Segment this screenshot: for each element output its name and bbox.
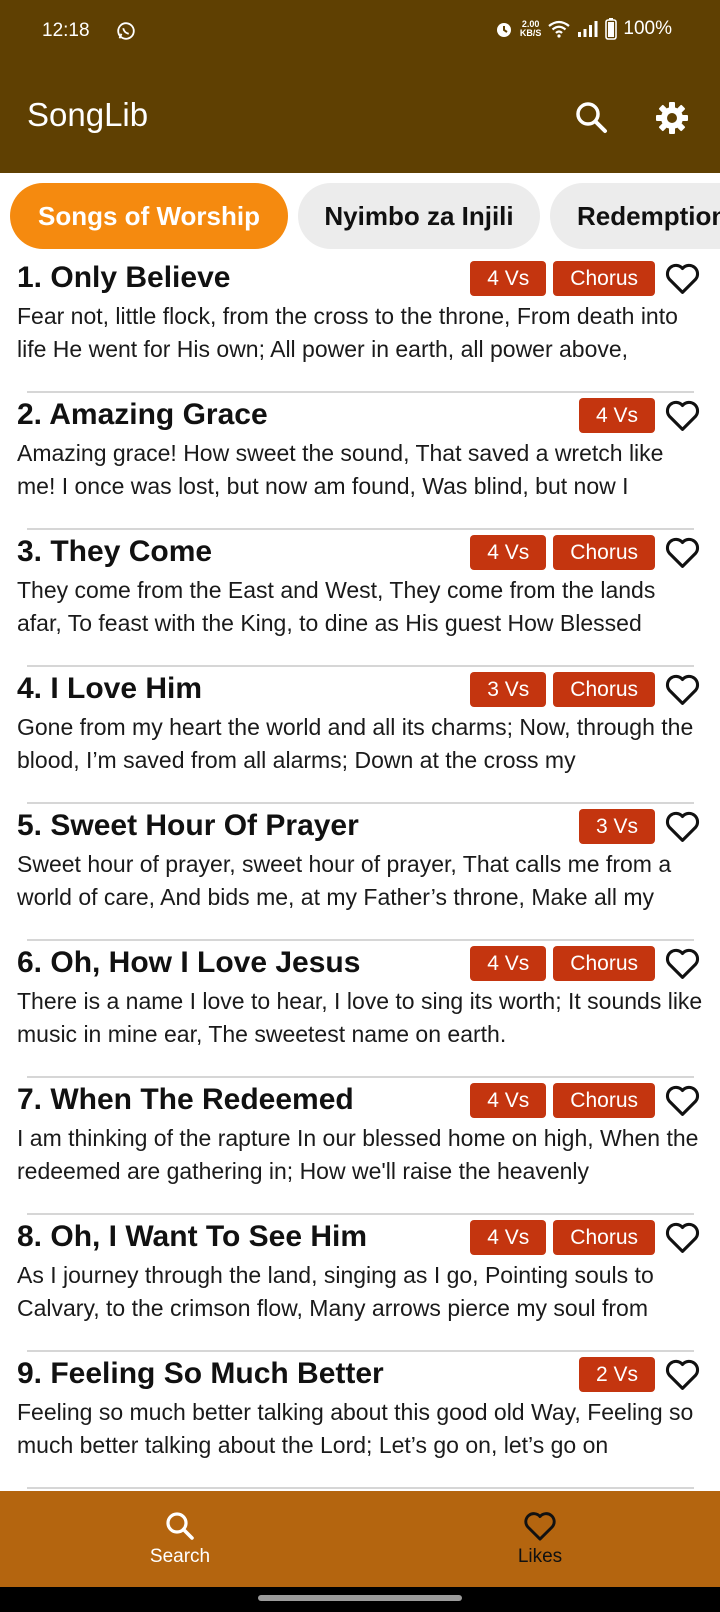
signal-icon: [578, 21, 598, 37]
song-title: 3. They Come: [17, 535, 213, 568]
song-list-item[interactable]: 2. Amazing Grace 4 Vs Amazing grace! How…: [0, 394, 720, 531]
song-badges: 3 Vs: [578, 809, 701, 844]
song-badges: 4 Vs Chorus: [470, 946, 701, 981]
song-list-item[interactable]: 9. Feeling So Much Better 2 Vs Feeling s…: [0, 1353, 720, 1490]
verses-badge: 3 Vs: [470, 672, 547, 707]
heart-icon[interactable]: [664, 809, 701, 844]
divider: [27, 391, 694, 393]
divider: [27, 939, 694, 941]
heart-icon[interactable]: [664, 398, 701, 433]
tab-songs-of-worship[interactable]: Songs of Worship: [10, 183, 288, 249]
song-badges: 2 Vs: [578, 1357, 701, 1392]
song-title: 6. Oh, How I Love Jesus: [17, 946, 361, 979]
song-excerpt: As I journey through the land, singing a…: [17, 1262, 654, 1321]
battery-icon: [605, 18, 618, 40]
whatsapp-notification-icon: [117, 22, 135, 40]
heart-icon[interactable]: [664, 261, 701, 296]
song-list-item[interactable]: 1. Only Believe 4 Vs Chorus Fear not, li…: [0, 257, 720, 394]
chorus-badge: Chorus: [553, 261, 655, 296]
tab-nyimbo-za-injili[interactable]: Nyimbo za Injili: [298, 183, 540, 249]
divider: [27, 1350, 694, 1352]
song-excerpt: Fear not, little flock, from the cross t…: [17, 303, 678, 362]
search-icon[interactable]: [572, 98, 612, 138]
songbook-tabs: Songs of Worship Nyimbo za Injili Redemp…: [0, 173, 720, 257]
divider: [27, 1487, 694, 1489]
song-list-item[interactable]: 4. I Love Him 3 Vs Chorus Gone from my h…: [0, 668, 720, 805]
song-list-item[interactable]: 8. Oh, I Want To See Him 4 Vs Chorus As …: [0, 1216, 720, 1353]
network-speed-unit: KB/S: [519, 28, 542, 38]
chorus-badge: Chorus: [553, 672, 655, 707]
song-badges: 3 Vs Chorus: [470, 672, 701, 707]
status-icons: 2.00 KB/S 100%: [494, 18, 672, 40]
verses-badge: 4 Vs: [470, 1083, 547, 1118]
gear-icon[interactable]: [652, 98, 692, 138]
song-list-item[interactable]: 7. When The Redeemed 4 Vs Chorus I am th…: [0, 1079, 720, 1216]
heart-icon[interactable]: [664, 672, 701, 707]
battery-percent: 100%: [623, 18, 672, 39]
chorus-badge: Chorus: [553, 1083, 655, 1118]
verses-badge: 4 Vs: [470, 946, 547, 981]
song-title: 5. Sweet Hour Of Prayer: [17, 809, 359, 842]
song-badges: 4 Vs Chorus: [470, 1220, 701, 1255]
search-icon: [166, 1512, 194, 1540]
verses-badge: 4 Vs: [578, 398, 655, 433]
heart-icon: [524, 1512, 556, 1541]
song-badges: 4 Vs Chorus: [470, 535, 701, 570]
song-title: 1. Only Believe: [17, 261, 231, 294]
song-title: 2. Amazing Grace: [17, 398, 268, 431]
song-list: 1. Only Believe 4 Vs Chorus Fear not, li…: [0, 257, 720, 1491]
nav-likes-label: Likes: [517, 1546, 563, 1567]
divider: [27, 802, 694, 804]
song-list-item[interactable]: 3. They Come 4 Vs Chorus They come from …: [0, 531, 720, 668]
divider: [27, 1213, 694, 1215]
song-title: 8. Oh, I Want To See Him: [17, 1220, 368, 1253]
nav-search[interactable]: Search: [0, 1491, 360, 1587]
verses-badge: 4 Vs: [470, 535, 547, 570]
song-excerpt: Feeling so much better talking about thi…: [17, 1399, 694, 1458]
bottom-navigation: Search Likes: [0, 1491, 720, 1587]
song-excerpt: They come from the East and West, They c…: [17, 577, 656, 636]
heart-icon[interactable]: [664, 946, 701, 981]
heart-icon[interactable]: [664, 1357, 701, 1392]
song-excerpt: Gone from my heart the world and all its…: [17, 714, 694, 773]
tab-redemption[interactable]: Redemption: [550, 183, 720, 249]
alarm-icon: [496, 23, 511, 37]
nav-search-label: Search: [149, 1546, 211, 1567]
system-navigation-bar: [0, 1587, 720, 1612]
divider: [27, 1076, 694, 1078]
status-time: 12:18: [42, 20, 90, 41]
heart-icon[interactable]: [664, 1083, 701, 1118]
verses-badge: 4 Vs: [470, 1220, 547, 1255]
chorus-badge: Chorus: [553, 535, 655, 570]
song-excerpt: I am thinking of the rapture In our bles…: [17, 1125, 699, 1184]
status-bar: 12:18 2.00 KB/S 100%: [0, 0, 720, 64]
verses-badge: 2 Vs: [578, 1357, 655, 1392]
song-badges: 4 Vs Chorus: [470, 261, 701, 296]
verses-badge: 4 Vs: [470, 261, 547, 296]
song-title: 4. I Love Him: [17, 672, 203, 705]
song-excerpt: Amazing grace! How sweet the sound, That…: [17, 440, 664, 499]
song-badges: 4 Vs: [578, 398, 701, 433]
heart-icon[interactable]: [664, 1220, 701, 1255]
song-excerpt: Sweet hour of prayer, sweet hour of pray…: [17, 851, 672, 910]
song-title: 9. Feeling So Much Better: [17, 1357, 384, 1390]
song-list-item[interactable]: 5. Sweet Hour Of Prayer 3 Vs Sweet hour …: [0, 805, 720, 942]
nav-likes[interactable]: Likes: [360, 1491, 720, 1587]
heart-icon[interactable]: [664, 535, 701, 570]
song-badges: 4 Vs Chorus: [470, 1083, 701, 1118]
song-list-item[interactable]: 6. Oh, How I Love Jesus 4 Vs Chorus Ther…: [0, 942, 720, 1079]
song-excerpt: There is a name I love to hear, I love t…: [17, 988, 703, 1047]
chorus-badge: Chorus: [553, 946, 655, 981]
app-title: SongLib: [27, 96, 149, 133]
app-bar: SongLib: [0, 64, 720, 173]
song-title: 7. When The Redeemed: [17, 1083, 354, 1116]
home-gesture-handle[interactable]: [258, 1595, 462, 1601]
divider: [27, 665, 694, 667]
divider: [27, 528, 694, 530]
network-speed: 2.00 KB/S: [520, 20, 542, 38]
wifi-icon: [548, 20, 571, 38]
verses-badge: 3 Vs: [578, 809, 655, 844]
chorus-badge: Chorus: [553, 1220, 655, 1255]
